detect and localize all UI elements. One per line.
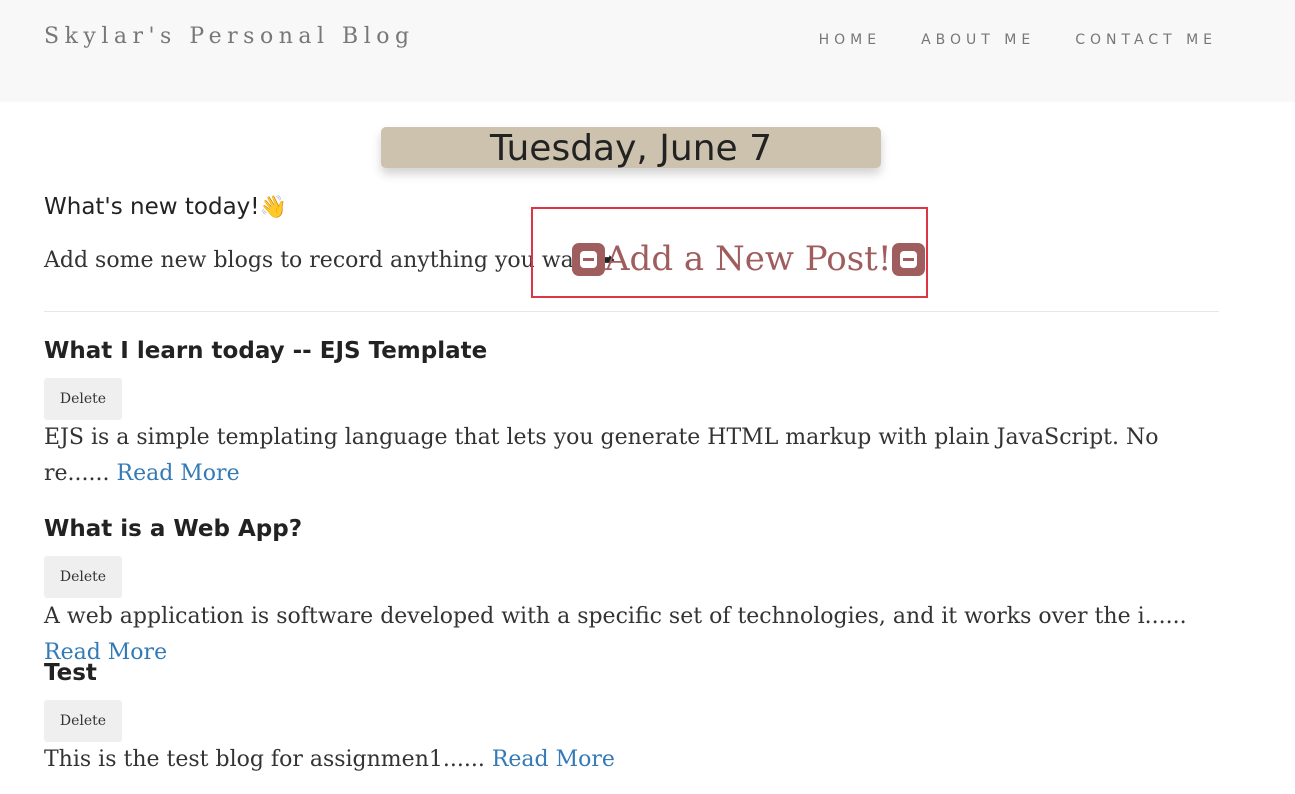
nav-home[interactable]: HOME (819, 32, 881, 48)
nav-about-me[interactable]: ABOUT ME (921, 32, 1035, 48)
navbar: Skylar's Personal Blog HOME ABOUT ME CON… (0, 0, 1295, 102)
nav-links: HOME ABOUT ME CONTACT ME (819, 32, 1217, 48)
intro-text: Add some new blogs to record anything yo… (44, 248, 615, 273)
post-title: Test (44, 660, 97, 686)
read-more-link[interactable]: Read More (492, 747, 615, 772)
read-more-link[interactable]: Read More (117, 461, 240, 486)
post-excerpt: A web application is software developed … (44, 599, 1219, 671)
delete-button[interactable]: Delete (44, 378, 122, 420)
brand-link[interactable]: Skylar's Personal Blog (44, 24, 415, 49)
add-new-post-label: Add a New Post! (605, 239, 892, 279)
post-excerpt-text: A web application is software developed … (44, 604, 1187, 629)
post-excerpt-text: This is the test blog for assignmen1....… (44, 747, 485, 772)
whats-new-heading: What's new today!👋 (44, 194, 287, 220)
post-title: What I learn today -- EJS Template (44, 338, 488, 364)
date-banner: Tuesday, June 7 (381, 127, 881, 169)
whats-new-label: What's new today! (44, 194, 260, 220)
nav-contact-me[interactable]: CONTACT ME (1075, 32, 1217, 48)
delete-button[interactable]: Delete (44, 700, 122, 742)
intro-label: Add some new blogs to record anything yo… (44, 248, 597, 273)
post-excerpt: EJS is a simple templating language that… (44, 420, 1219, 492)
blogger-icon (891, 242, 925, 276)
waving-hand-icon: 👋 (259, 195, 287, 220)
post-title: What is a Web App? (44, 516, 303, 542)
post-excerpt: This is the test blog for assignmen1....… (44, 742, 1219, 778)
blogger-icon (572, 242, 605, 276)
add-new-post-link[interactable]: Add a New Post! (572, 239, 925, 279)
delete-button[interactable]: Delete (44, 556, 122, 598)
divider (44, 311, 1219, 312)
